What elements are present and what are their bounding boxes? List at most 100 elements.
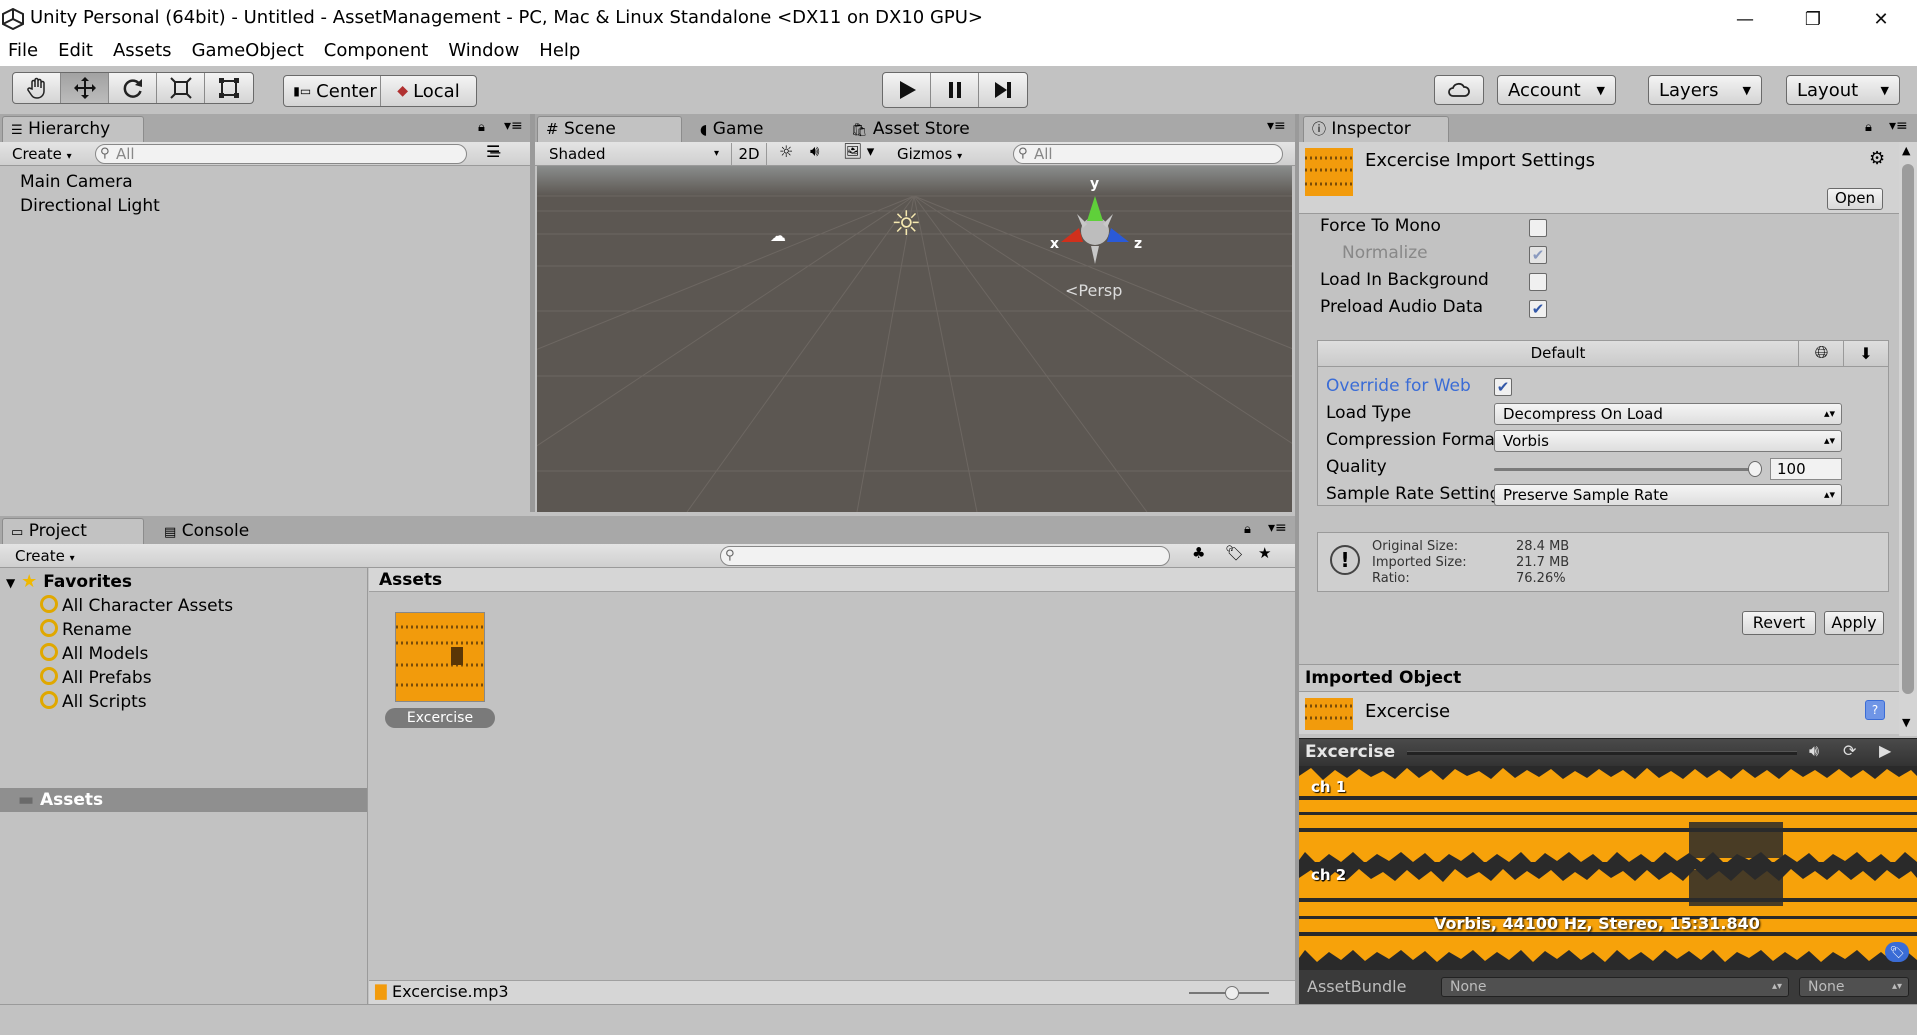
slider-thumb[interactable]: [1225, 986, 1239, 1000]
inspector-scrollbar[interactable]: ▲ ▼: [1899, 142, 1917, 736]
tab-inspector[interactable]: ⓘ Inspector: [1303, 116, 1449, 142]
shading-mode-dropdown[interactable]: Shaded ▾: [549, 143, 719, 165]
menu-window[interactable]: Window: [438, 38, 529, 66]
rect-tool-button[interactable]: [205, 73, 253, 103]
quality-value-field[interactable]: 100: [1770, 458, 1842, 480]
help-book-icon[interactable]: ?: [1865, 700, 1885, 720]
quality-slider-track[interactable]: [1494, 468, 1754, 471]
quality-slider-thumb[interactable]: [1748, 461, 1762, 477]
menu-file[interactable]: File: [0, 38, 48, 66]
tab-game[interactable]: ◖ Game: [691, 116, 811, 142]
account-dropdown[interactable]: Account ▼: [1497, 75, 1616, 105]
favorite-item[interactable]: All Prefabs: [40, 666, 233, 690]
sample-rate-dropdown[interactable]: Preserve Sample Rate ▴▾: [1494, 484, 1842, 506]
lighting-toggle-icon[interactable]: ☼: [779, 142, 793, 161]
force-to-mono-checkbox[interactable]: [1529, 219, 1547, 237]
hierarchy-item-directional-light[interactable]: Directional Light: [20, 194, 160, 218]
loop-icon[interactable]: ⟳: [1843, 741, 1856, 760]
minimize-button[interactable]: —: [1712, 0, 1778, 38]
hierarchy-search-input[interactable]: ⚲ All: [95, 144, 467, 164]
revert-button[interactable]: Revert: [1742, 611, 1816, 635]
favorite-item[interactable]: All Models: [40, 642, 233, 666]
cloud-button[interactable]: [1434, 75, 1484, 105]
assetbundle-variant-dropdown[interactable]: None ▴▾: [1799, 977, 1909, 997]
project-create-button[interactable]: Create ▾: [15, 545, 75, 570]
override-for-web-checkbox[interactable]: ✔: [1494, 378, 1512, 396]
pivot-center-button[interactable]: ▮▭ Center: [284, 76, 381, 106]
panel-menu-icon[interactable]: ▾≡: [504, 118, 523, 134]
panel-menu-icon[interactable]: ▾≡: [1268, 520, 1287, 536]
favorite-star-icon[interactable]: ★: [1258, 544, 1271, 562]
tab-scene[interactable]: # Scene: [537, 116, 682, 142]
lock-icon[interactable]: 🔒︎: [478, 120, 485, 135]
scroll-down-icon[interactable]: ▼: [1902, 716, 1910, 729]
asset-label-icon[interactable]: 🏷︎: [1885, 942, 1909, 962]
hierarchy-item-main-camera[interactable]: Main Camera: [20, 170, 160, 194]
filter-icon[interactable]: ☰̶: [486, 142, 500, 161]
restore-button[interactable]: ❐: [1780, 0, 1846, 38]
standalone-platform-download-icon[interactable]: ⬇: [1845, 341, 1887, 366]
preview-play-icon[interactable]: ▶: [1879, 741, 1891, 760]
effects-toggle-icon[interactable]: 🖼︎ ▾: [843, 142, 874, 160]
pivot-local-button[interactable]: ◆ Local: [381, 76, 476, 106]
scale-tool-button[interactable]: [157, 73, 205, 103]
favorite-item[interactable]: All Scripts: [40, 690, 233, 714]
panel-menu-icon[interactable]: ▾≡: [1889, 118, 1908, 134]
type-filter-icon[interactable]: ♣: [1192, 544, 1205, 562]
scene-search-input[interactable]: ⚲ All: [1013, 144, 1283, 164]
menu-edit[interactable]: Edit: [48, 38, 103, 66]
apply-button[interactable]: Apply: [1824, 611, 1884, 635]
web-platform-globe-icon[interactable]: 🌐︎: [1800, 341, 1844, 366]
load-in-background-checkbox[interactable]: [1529, 273, 1547, 291]
lock-icon[interactable]: 🔒︎: [1244, 522, 1251, 537]
load-type-dropdown[interactable]: Decompress On Load ▴▾: [1494, 403, 1842, 425]
tab-project[interactable]: ▭ Project: [2, 518, 144, 544]
label-filter-icon[interactable]: 🏷︎: [1225, 544, 1244, 562]
favorite-item[interactable]: Rename: [40, 618, 233, 642]
tab-hierarchy[interactable]: ☰ Hierarchy: [2, 116, 144, 142]
close-button[interactable]: ✕: [1848, 0, 1914, 38]
perspective-toggle[interactable]: <Persp: [1065, 281, 1122, 300]
preview-drag-bar[interactable]: [1407, 751, 1797, 755]
scroll-up-icon[interactable]: ▲: [1902, 144, 1910, 157]
asset-thumbnail[interactable]: [395, 612, 485, 702]
pause-button[interactable]: [931, 73, 979, 107]
lock-icon[interactable]: 🔒︎: [1865, 120, 1872, 135]
favorites-header[interactable]: ▼ ★ Favorites: [6, 570, 132, 595]
settings-gear-icon[interactable]: ⚙: [1869, 148, 1885, 169]
scene-viewport[interactable]: ☁︎ ☼ y x z <Persp: [537, 166, 1292, 512]
rotate-tool-button[interactable]: [109, 73, 157, 103]
camera-icon[interactable]: ☁︎: [770, 226, 786, 245]
hierarchy-create-button[interactable]: Create ▾: [12, 143, 72, 168]
audio-toggle-icon[interactable]: 🔊︎: [810, 142, 819, 160]
layout-dropdown[interactable]: Layout ▼: [1786, 75, 1900, 105]
move-tool-button[interactable]: [61, 73, 109, 103]
assetbundle-dropdown[interactable]: None ▴▾: [1441, 977, 1789, 997]
play-button[interactable]: [883, 73, 931, 107]
scrollbar-thumb[interactable]: [1902, 164, 1914, 694]
compression-format-dropdown[interactable]: Vorbis ▴▾: [1494, 430, 1842, 452]
assets-folder-item[interactable]: ▬ Assets: [0, 788, 367, 812]
tab-platform-default[interactable]: Default: [1318, 341, 1799, 366]
menu-assets[interactable]: Assets: [103, 38, 182, 66]
menu-help[interactable]: Help: [529, 38, 590, 66]
menu-gameobject[interactable]: GameObject: [182, 38, 314, 66]
open-button[interactable]: Open: [1827, 188, 1883, 210]
light-icon[interactable]: ☼: [891, 204, 921, 244]
step-button[interactable]: [979, 73, 1027, 107]
gizmos-dropdown[interactable]: Gizmos ▾: [897, 143, 962, 168]
project-search-input[interactable]: ⚲: [720, 546, 1170, 566]
favorite-item[interactable]: All Character Assets: [40, 594, 233, 618]
panel-menu-icon[interactable]: ▾≡: [1267, 118, 1286, 134]
speaker-icon[interactable]: 🔊︎: [1809, 741, 1819, 761]
toggle-2d-button[interactable]: 2D: [731, 143, 767, 165]
tab-asset-store[interactable]: 🛍︎ Asset Store: [842, 116, 1002, 142]
layers-dropdown[interactable]: Layers ▼: [1648, 75, 1762, 105]
move-icon: [73, 77, 96, 99]
hand-tool-button[interactable]: [13, 73, 61, 103]
preload-audio-data-checkbox[interactable]: ✔: [1529, 300, 1547, 318]
menu-component[interactable]: Component: [314, 38, 439, 66]
audio-waveform-preview[interactable]: ch 1 ch 2 Vorbis, 44100 Hz, Stereo, 15:3…: [1299, 766, 1917, 970]
asset-name-label[interactable]: Excercise: [385, 708, 495, 728]
tab-console[interactable]: ▤ Console: [155, 518, 285, 544]
